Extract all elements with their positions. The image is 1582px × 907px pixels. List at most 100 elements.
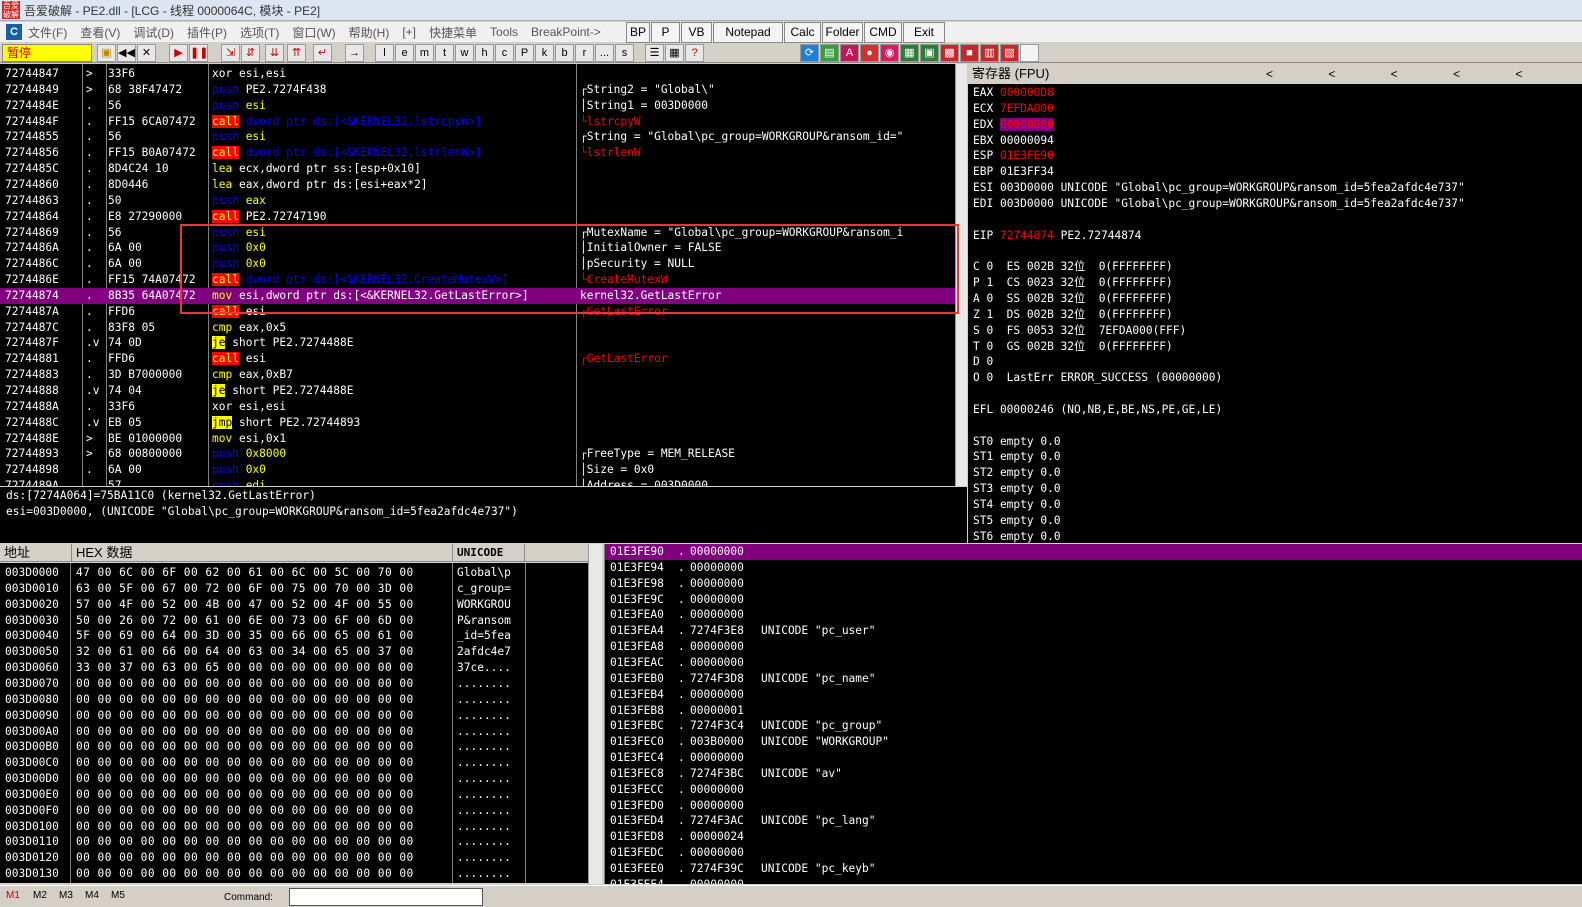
- source-button[interactable]: s: [615, 44, 634, 62]
- disasm-row[interactable]: 72744849 >68 38F47472 push PE2.7274F438 ┌St…: [0, 82, 955, 98]
- list-icon[interactable]: ☰: [645, 44, 664, 62]
- exit-button[interactable]: Exit: [903, 22, 945, 43]
- stack-row[interactable]: 01E3FEE4. 00000000: [604, 877, 1582, 884]
- threads-button[interactable]: t: [435, 44, 454, 62]
- hex-dump-pane[interactable]: 003D0000 47 00 6C 00 6F 00 62 00 61 00 6C…: [0, 563, 588, 883]
- disasm-row[interactable]: 72744893 >68 00800000 push 0x8000 ┌FreeType…: [0, 446, 955, 462]
- m4-button[interactable]: M4: [85, 890, 99, 901]
- menu-file[interactable]: 文件(F): [28, 24, 67, 41]
- notepad-button[interactable]: Notepad: [713, 22, 783, 43]
- register-value[interactable]: 00000000: [999, 117, 1054, 131]
- pause-icon[interactable]: ❚❚: [189, 44, 208, 62]
- stack-row[interactable]: 01E3FECC. 00000000: [604, 782, 1582, 798]
- stack-row[interactable]: 01E3FEB8. 00000001: [604, 703, 1582, 719]
- disasm-row[interactable]: 7274489A. 57 push edi │Address = 003D0000: [0, 478, 955, 486]
- appearance-icon[interactable]: ▦: [665, 44, 684, 62]
- disasm-row[interactable]: 72744881. FFD6 call esi ┌GetLastError: [0, 351, 955, 367]
- stack-row[interactable]: 01E3FEB0. 7274F3D8 UNICODE "pc_name": [604, 671, 1582, 687]
- stack-row[interactable]: 01E3FEA8. 00000000: [604, 639, 1582, 655]
- run-icon[interactable]: ▶: [169, 44, 188, 62]
- bp-button[interactable]: BP: [626, 22, 650, 43]
- trace-into-icon[interactable]: ⇊: [265, 44, 284, 62]
- stack-row[interactable]: 01E3FEA0. 00000000: [604, 607, 1582, 623]
- references-button[interactable]: r: [575, 44, 594, 62]
- register-value[interactable]: 7EFDA000: [1000, 102, 1054, 115]
- stack-row[interactable]: 01E3FEC0. 003B0000 UNICODE "WORKGROUP": [604, 734, 1582, 750]
- handles-button[interactable]: h: [475, 44, 494, 62]
- disasm-row[interactable]: 72744847 >33F6 xor esi,esi: [0, 66, 955, 82]
- disasm-row[interactable]: 72744863. 50 push eax: [0, 193, 955, 209]
- disasm-row[interactable]: 7274488E > BE 01000000 mov esi,0x1: [0, 431, 955, 447]
- cmd-button[interactable]: CMD: [864, 22, 902, 43]
- rewind-icon[interactable]: ◀◀: [117, 44, 136, 62]
- execute-till-return-icon[interactable]: ↵: [313, 44, 332, 62]
- log-button[interactable]: l: [375, 44, 394, 62]
- folder-button[interactable]: Folder: [822, 22, 863, 43]
- stack-row[interactable]: 01E3FED0. 00000000: [604, 798, 1582, 814]
- m2-button[interactable]: M2: [33, 890, 47, 901]
- refresh-icon[interactable]: ⟳: [800, 44, 819, 62]
- menu-plus[interactable]: [+]: [402, 25, 416, 39]
- disasm-row[interactable]: 72744864. E8 27290000 call PE2.72747190: [0, 209, 955, 225]
- stack-row[interactable]: 01E3FEE0. 7274F39C UNICODE "pc_keyb": [604, 861, 1582, 877]
- monitor-icon[interactable]: ▣: [920, 44, 939, 62]
- open-icon[interactable]: ▣: [97, 44, 116, 62]
- disasm-row[interactable]: 7274487C. 83F8 05 cmp eax,0x5: [0, 320, 955, 336]
- disasm-row[interactable]: 72744898. 6A 00 push 0x0 │Size = 0x0: [0, 462, 955, 478]
- target-icon[interactable]: ◉: [880, 44, 899, 62]
- hex-col-unicode[interactable]: UNICODE: [453, 544, 525, 562]
- menu-options[interactable]: 选项(T): [240, 24, 279, 41]
- menu-tools[interactable]: Tools: [490, 25, 518, 39]
- empty-slot[interactable]: [1020, 44, 1039, 62]
- stack-row[interactable]: 01E3FED4. 7274F3AC UNICODE "pc_lang": [604, 813, 1582, 829]
- step-over-icon[interactable]: ⇵: [241, 44, 260, 62]
- register-value[interactable]: 00000094: [1000, 134, 1054, 147]
- stack-row[interactable]: 01E3FEBC. 7274F3C4 UNICODE "pc_group": [604, 718, 1582, 734]
- hex-col-address[interactable]: 地址: [0, 544, 72, 562]
- goto-icon[interactable]: →: [345, 44, 364, 62]
- call-stack-button[interactable]: k: [535, 44, 554, 62]
- register-value[interactable]: 000000D8: [1000, 86, 1054, 99]
- disasm-row[interactable]: 7274484F. FF15 6CA07472 call dword ptr ds:…: [0, 114, 955, 130]
- stack-row[interactable]: 01E3FEB4. 00000000: [604, 687, 1582, 703]
- menu-help[interactable]: 帮助(H): [349, 24, 390, 41]
- disasm-row[interactable]: 72744855. 56 push esi ┌String = "Global\pc_…: [0, 129, 955, 145]
- windows-button[interactable]: w: [455, 44, 474, 62]
- menu-plugins[interactable]: 插件(P): [187, 24, 227, 41]
- disasm-row[interactable]: 7274488A. 33F6 xor esi,esi: [0, 399, 955, 415]
- stack-row[interactable]: 01E3FEDC. 00000000: [604, 845, 1582, 861]
- vb-button[interactable]: VB: [681, 22, 712, 43]
- stack-row[interactable]: 01E3FED8. 00000024: [604, 829, 1582, 845]
- disasm-row[interactable]: 72744860. 8D0446 lea eax,dword ptr ds:[esi…: [0, 177, 955, 193]
- menu-view[interactable]: 查看(V): [80, 24, 120, 41]
- m3-button[interactable]: M3: [59, 890, 73, 901]
- register-value[interactable]: 003D0000 UNICODE "Global\pc_group=WORKGR…: [1000, 181, 1465, 194]
- menu-debug[interactable]: 调试(D): [133, 24, 174, 41]
- stack-row[interactable]: 01E3FE9C. 00000000: [604, 592, 1582, 608]
- menu-window[interactable]: 窗口(W): [292, 24, 335, 41]
- cpu-icon[interactable]: C: [6, 24, 22, 40]
- calc-button[interactable]: Calc: [784, 22, 821, 43]
- cpu-button[interactable]: c: [495, 44, 514, 62]
- help-icon[interactable]: ?: [685, 44, 704, 62]
- step-into-icon[interactable]: ⇲: [221, 44, 240, 62]
- p-button[interactable]: P: [651, 22, 680, 43]
- plugin-icon[interactable]: ▤: [820, 44, 839, 62]
- plugin-red4-icon[interactable]: ▧: [1000, 44, 1019, 62]
- stack-row[interactable]: 01E3FE94. 00000000: [604, 560, 1582, 576]
- stack-row[interactable]: 01E3FEC4. 00000000: [604, 750, 1582, 766]
- memory-button[interactable]: m: [415, 44, 434, 62]
- plugin-red3-icon[interactable]: ▥: [980, 44, 999, 62]
- register-value[interactable]: 72744874: [1000, 229, 1054, 242]
- stack-pane[interactable]: 01E3FE90. 00000000 01E3FE94. 00000000 01E3FE…: [604, 544, 1582, 884]
- stack-row[interactable]: 01E3FEA4. 7274F3E8 UNICODE "pc_user": [604, 623, 1582, 639]
- hex-dump-scrollbar[interactable]: [588, 544, 602, 884]
- trace-over-icon[interactable]: ⇈: [287, 44, 306, 62]
- patches-button[interactable]: P: [515, 44, 534, 62]
- stack-row[interactable]: 01E3FEAC. 00000000: [604, 655, 1582, 671]
- m1-button[interactable]: M1: [6, 890, 20, 901]
- disasm-row[interactable]: 7274485C. 8D4C24 10 lea ecx,dword ptr ss:[…: [0, 161, 955, 177]
- register-value[interactable]: 003D0000 UNICODE "Global\pc_group=WORKGR…: [1000, 197, 1465, 210]
- register-value[interactable]: 01E3FF34: [1000, 165, 1054, 178]
- disasm-row[interactable]: 72744856. FF15 B0A07472 call dword ptr ds:…: [0, 145, 955, 161]
